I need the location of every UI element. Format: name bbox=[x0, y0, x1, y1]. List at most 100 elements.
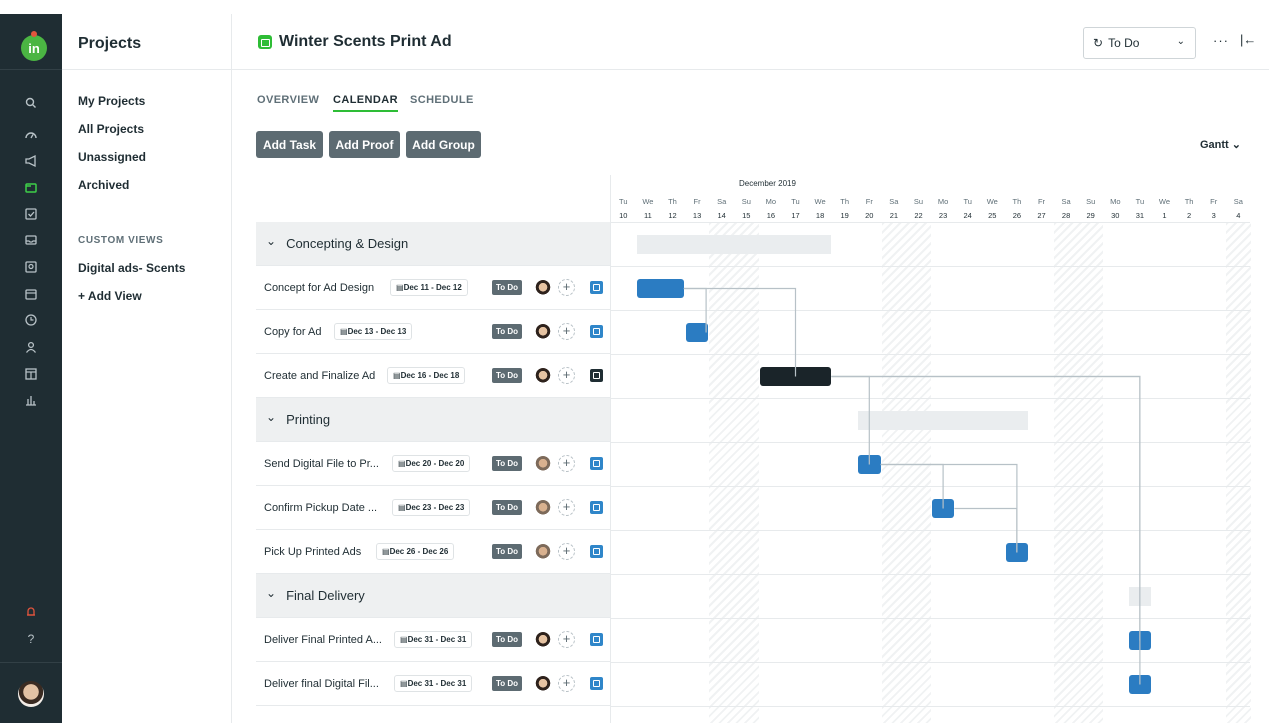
proof-icon[interactable] bbox=[590, 677, 603, 690]
proof-icon[interactable] bbox=[590, 457, 603, 470]
nav-my-projects[interactable]: My Projects bbox=[78, 94, 145, 108]
task-name[interactable]: Confirm Pickup Date ... bbox=[264, 502, 377, 514]
dashboard-icon[interactable] bbox=[23, 127, 39, 143]
add-assignee-button[interactable]: + bbox=[558, 323, 575, 340]
add-assignee-button[interactable]: + bbox=[558, 367, 575, 384]
add-assignee-button[interactable]: + bbox=[558, 675, 575, 692]
tab-schedule[interactable]: SCHEDULE bbox=[410, 94, 474, 106]
add-assignee-button[interactable]: + bbox=[558, 631, 575, 648]
notifications-icon[interactable] bbox=[23, 604, 39, 620]
task-row[interactable]: Deliver final Digital Fil... Dec 31 - De… bbox=[256, 662, 610, 706]
task-dates[interactable]: Dec 20 - Dec 20 bbox=[392, 455, 471, 472]
add-view-link[interactable]: + Add View bbox=[78, 289, 142, 303]
task-dates[interactable]: Dec 26 - Dec 26 bbox=[376, 543, 455, 560]
tab-overview[interactable]: OVERVIEW bbox=[257, 94, 319, 106]
status-badge[interactable]: To Do bbox=[492, 280, 523, 295]
task-dates[interactable]: Dec 23 - Dec 23 bbox=[392, 499, 471, 516]
task-row[interactable]: Deliver Final Printed A... Dec 31 - Dec … bbox=[256, 618, 610, 662]
status-dropdown[interactable]: ↻ To Do ⌄ bbox=[1083, 27, 1196, 59]
status-badge[interactable]: To Do bbox=[492, 368, 523, 383]
task-dates[interactable]: Dec 31 - Dec 31 bbox=[394, 631, 473, 648]
add-group-button[interactable]: Add Group bbox=[406, 131, 481, 158]
people-icon[interactable] bbox=[23, 339, 39, 355]
group-row-concepting[interactable]: Concepting & Design bbox=[256, 222, 610, 266]
group-summary-bar[interactable] bbox=[858, 411, 1029, 430]
review-icon[interactable] bbox=[23, 259, 39, 275]
task-row[interactable]: Pick Up Printed Ads Dec 26 - Dec 26 To D… bbox=[256, 530, 610, 574]
task-name[interactable]: Copy for Ad bbox=[264, 326, 321, 338]
logo[interactable]: in bbox=[21, 31, 47, 61]
task-bar[interactable] bbox=[1128, 675, 1152, 694]
task-name[interactable]: Deliver Final Printed A... bbox=[264, 634, 382, 646]
task-name[interactable]: Create and Finalize Ad bbox=[264, 370, 375, 382]
task-name[interactable]: Pick Up Printed Ads bbox=[264, 546, 361, 558]
calendar-icon[interactable] bbox=[23, 286, 39, 302]
more-options-icon[interactable]: ··· bbox=[1213, 33, 1229, 48]
proof-icon[interactable] bbox=[590, 325, 603, 338]
board-icon[interactable] bbox=[23, 366, 39, 382]
task-row[interactable]: Send Digital File to Pr... Dec 20 - Dec … bbox=[256, 442, 610, 486]
assignee-avatar[interactable] bbox=[535, 631, 551, 648]
assignee-avatar[interactable] bbox=[535, 323, 551, 340]
proof-icon[interactable] bbox=[590, 545, 603, 558]
status-badge[interactable]: To Do bbox=[492, 500, 523, 515]
status-badge[interactable]: To Do bbox=[492, 456, 523, 471]
add-assignee-button[interactable]: + bbox=[558, 543, 575, 560]
inbox-icon[interactable] bbox=[23, 232, 39, 248]
assignee-avatar[interactable] bbox=[535, 499, 551, 516]
proof-icon[interactable] bbox=[590, 501, 603, 514]
task-name[interactable]: Send Digital File to Pr... bbox=[264, 458, 379, 470]
task-bar[interactable] bbox=[759, 367, 832, 386]
assignee-avatar[interactable] bbox=[535, 279, 551, 296]
add-assignee-button[interactable]: + bbox=[558, 279, 575, 296]
task-dates[interactable]: Dec 13 - Dec 13 bbox=[334, 323, 413, 340]
task-row[interactable]: Confirm Pickup Date ... Dec 23 - Dec 23 … bbox=[256, 486, 610, 530]
nav-unassigned[interactable]: Unassigned bbox=[78, 150, 146, 164]
task-dates[interactable]: Dec 16 - Dec 18 bbox=[387, 367, 466, 384]
add-task-button[interactable]: Add Task bbox=[256, 131, 323, 158]
task-bar[interactable] bbox=[858, 455, 881, 474]
search-icon[interactable] bbox=[23, 95, 39, 111]
view-selector-dropdown[interactable]: Gantt ⌄ bbox=[1200, 138, 1241, 151]
projects-icon[interactable] bbox=[23, 180, 39, 196]
task-row[interactable]: Copy for Ad Dec 13 - Dec 13 To Do + bbox=[256, 310, 610, 354]
group-row-printing[interactable]: Printing bbox=[256, 398, 610, 442]
add-assignee-button[interactable]: + bbox=[558, 455, 575, 472]
tasks-icon[interactable] bbox=[23, 206, 39, 222]
status-badge[interactable]: To Do bbox=[492, 324, 523, 339]
time-icon[interactable] bbox=[23, 312, 39, 328]
task-bar[interactable] bbox=[1128, 631, 1152, 650]
task-name[interactable]: Deliver final Digital Fil... bbox=[264, 678, 379, 690]
proof-icon[interactable] bbox=[590, 633, 603, 646]
assignee-avatar[interactable] bbox=[535, 367, 551, 384]
reports-icon[interactable] bbox=[23, 392, 39, 408]
status-badge[interactable]: To Do bbox=[492, 676, 523, 691]
custom-view-digital-ads[interactable]: Digital ads- Scents bbox=[78, 261, 185, 275]
help-icon[interactable]: ? bbox=[23, 631, 39, 647]
status-badge[interactable]: To Do bbox=[492, 544, 523, 559]
nav-all-projects[interactable]: All Projects bbox=[78, 122, 144, 136]
megaphone-icon[interactable] bbox=[23, 153, 39, 169]
task-bar[interactable] bbox=[1005, 543, 1029, 562]
assignee-avatar[interactable] bbox=[535, 455, 551, 472]
add-assignee-button[interactable]: + bbox=[558, 499, 575, 516]
group-summary-bar[interactable] bbox=[636, 235, 832, 254]
add-proof-button[interactable]: Add Proof bbox=[329, 131, 400, 158]
collapse-panel-icon[interactable]: |← bbox=[1240, 32, 1256, 47]
group-row-final-delivery[interactable]: Final Delivery bbox=[256, 574, 610, 618]
task-bar[interactable] bbox=[636, 279, 684, 298]
group-summary-bar[interactable] bbox=[1128, 587, 1152, 606]
task-bar[interactable] bbox=[931, 499, 955, 518]
user-avatar[interactable] bbox=[18, 681, 44, 707]
task-row[interactable]: Concept for Ad Design Dec 11 - Dec 12 To… bbox=[256, 266, 610, 310]
tab-calendar[interactable]: CALENDAR bbox=[333, 94, 398, 112]
task-row[interactable]: Create and Finalize Ad Dec 16 - Dec 18 T… bbox=[256, 354, 610, 398]
review-icon[interactable] bbox=[590, 369, 603, 382]
task-dates[interactable]: Dec 11 - Dec 12 bbox=[390, 279, 468, 296]
task-dates[interactable]: Dec 31 - Dec 31 bbox=[394, 675, 473, 692]
proof-icon[interactable] bbox=[590, 281, 603, 294]
assignee-avatar[interactable] bbox=[535, 675, 551, 692]
task-bar[interactable] bbox=[685, 323, 709, 342]
assignee-avatar[interactable] bbox=[535, 543, 551, 560]
status-badge[interactable]: To Do bbox=[492, 632, 523, 647]
